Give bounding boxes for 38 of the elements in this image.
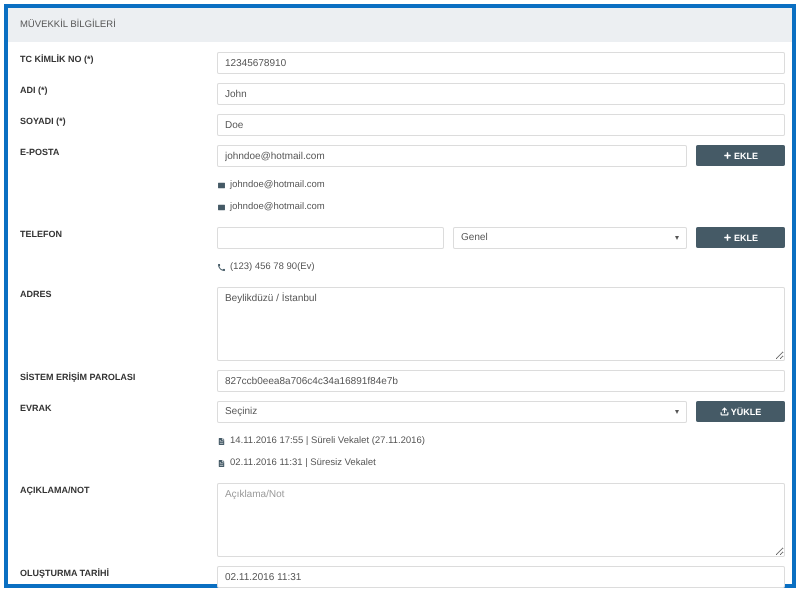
field-label: TC KİMLİK NO (*): [20, 53, 94, 65]
text-area[interactable]: Beylikdüzü / İstanbul: [217, 287, 785, 361]
add-button[interactable]: EKLE: [696, 145, 785, 166]
list-item-text: (123) 456 78 90(Ev): [230, 260, 314, 274]
field-label: SOYADI (*): [20, 115, 67, 127]
list-item-text: 02.11.2016 11:31 | Süresiz Vekalet: [230, 456, 376, 470]
plus-icon: [722, 233, 732, 242]
list-item-text: 14.11.2016 17:55 | Süreli Vekalet (27.11.2016): [230, 434, 425, 448]
field-label: E-POSTA: [20, 146, 60, 158]
document-icon: [217, 436, 226, 446]
text-field[interactable]: 827ccb0eea8a706c4c34a16891f84e7b: [217, 370, 785, 392]
list-item-text: johndoe@hotmail.com: [230, 200, 325, 214]
list-item-text: johndoe@hotmail.com: [230, 178, 325, 192]
phone-icon: [217, 262, 226, 272]
dropdown-caret-icon: [675, 236, 679, 240]
select-field[interactable]: Genel: [453, 227, 687, 249]
field-label: AÇIKLAMA/NOT: [20, 484, 90, 496]
text-field[interactable]: 12345678910: [217, 52, 785, 74]
phone-field[interactable]: [217, 227, 444, 249]
add-button[interactable]: EKLE: [696, 227, 785, 248]
upload-icon: [720, 407, 729, 416]
field-label: SİSTEM ERİŞİM PAROLASI: [20, 371, 136, 383]
field-label: TELEFON: [20, 228, 63, 240]
field-label: ADRES: [20, 288, 53, 300]
dropdown-caret-icon: [675, 410, 679, 414]
field-label: ADI (*): [20, 84, 48, 96]
text-field[interactable]: 02.11.2016 11:31: [217, 566, 785, 588]
text-area[interactable]: Açıklama/Not: [217, 483, 785, 557]
field-label: EVRAK: [20, 402, 53, 414]
document-icon: [217, 458, 226, 468]
text-field[interactable]: Doe: [217, 114, 785, 136]
email-field[interactable]: johndoe@hotmail.com: [217, 145, 687, 167]
upload-button[interactable]: YÜKLE: [696, 401, 785, 422]
plus-icon: [722, 151, 732, 160]
select-field[interactable]: Seçiniz: [217, 401, 687, 423]
text-field[interactable]: John: [217, 83, 785, 105]
section-title: MÜVEKKİL BİLGİLERİ: [20, 18, 116, 32]
field-label: OLUŞTURMA TARİHİ: [20, 567, 110, 579]
